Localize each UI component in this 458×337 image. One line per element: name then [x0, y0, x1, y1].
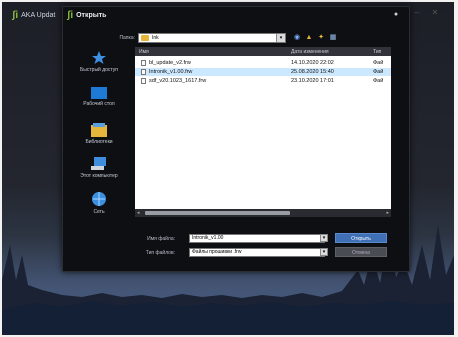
place-libraries[interactable]: Библиотеки [67, 123, 131, 145]
computer-icon [91, 157, 106, 170]
folder-select[interactable]: Ink ▾ [138, 33, 286, 43]
file-icon [141, 69, 146, 75]
place-label: Быстрый доступ [80, 67, 118, 73]
file-name: bl_update_v2.frw [149, 60, 191, 66]
dialog-title: Открыть [76, 11, 107, 19]
minimize-icon[interactable]: – [410, 8, 424, 18]
background-app-title-text: AKA Updat [21, 12, 56, 19]
column-date[interactable]: Дата изменения [291, 49, 329, 55]
file-row-selected[interactable]: Intronik_v1.00.frw 25.08.2020 15:40 Фай [135, 68, 391, 76]
place-label: Сеть [93, 209, 105, 215]
place-label: Библиотеки [85, 139, 113, 145]
dialog-titlebar: ʃi Открыть [63, 7, 409, 23]
file-date: 23.10.2020 17:01 [291, 78, 334, 84]
column-name[interactable]: Имя [139, 49, 149, 55]
folder-label: Папка: [119, 35, 135, 41]
chevron-down-icon[interactable]: ▾ [320, 248, 328, 256]
desktop-icon [91, 87, 107, 99]
libraries-icon [91, 123, 107, 137]
chevron-down-icon[interactable]: ▾ [276, 34, 285, 42]
file-row[interactable]: bl_update_v2.frw 14.10.2020 22:02 Фай [135, 59, 391, 67]
new-folder-icon[interactable]: ✦ [317, 34, 325, 42]
file-name: Intronik_v1.00.frw [149, 69, 193, 75]
horizontal-scrollbar[interactable]: ◂ ▸ [135, 209, 391, 217]
place-label: Рабочий стол [83, 101, 115, 107]
file-row[interactable]: sdf_v20.1023_1617.frw 23.10.2020 17:01 Ф… [135, 77, 391, 85]
filetype-select[interactable]: Файлы прошивки .frw [189, 248, 325, 257]
star-icon [92, 51, 106, 64]
place-quick-access[interactable]: Быстрый доступ [67, 51, 131, 73]
close-icon[interactable]: ✕ [428, 8, 442, 18]
scroll-right-icon[interactable]: ▸ [386, 210, 389, 216]
network-icon [92, 192, 106, 206]
fi-logo-icon: ʃi [67, 9, 74, 21]
background-app-title: ʃi AKA Updat [12, 10, 55, 21]
file-icon [141, 60, 146, 66]
scrollbar-thumb[interactable] [145, 211, 290, 215]
dialog-close-button[interactable]: ● [391, 10, 401, 20]
file-type: Фай [373, 60, 384, 66]
open-button[interactable]: Открыть [335, 233, 387, 243]
file-date: 25.08.2020 15:40 [291, 69, 334, 75]
up-folder-icon[interactable]: ▲ [305, 34, 313, 42]
place-label: Этот компьютер [80, 173, 118, 179]
file-list-header: Имя Дата изменения Тип [135, 47, 391, 56]
place-network[interactable]: Сеть [67, 191, 131, 215]
file-list: Имя Дата изменения Тип bl_update_v2.frw … [135, 47, 391, 217]
fi-logo-icon: ʃi [12, 10, 19, 21]
folder-icon [141, 35, 149, 41]
column-type[interactable]: Тип [373, 49, 381, 55]
cancel-button[interactable]: Отмена [335, 247, 387, 257]
file-type: Фай [373, 78, 384, 84]
filename-label: Имя файла: [147, 236, 175, 242]
place-this-pc[interactable]: Этот компьютер [67, 157, 131, 179]
file-type: Фай [373, 69, 384, 75]
file-name: sdf_v20.1023_1617.frw [149, 78, 207, 84]
view-menu-icon[interactable]: ▦ [329, 34, 337, 42]
chevron-down-icon[interactable]: ▾ [320, 234, 328, 242]
file-icon [141, 78, 146, 84]
filename-input[interactable]: Intronik_v1.00 [189, 234, 325, 243]
folder-row: Папка: Ink ▾ ◉ ▲ ✦ ▦ [63, 33, 409, 45]
place-desktop[interactable]: Рабочий стол [67, 87, 131, 107]
back-icon[interactable]: ◉ [293, 34, 301, 42]
folder-value: Ink [152, 35, 159, 41]
filetype-label: Тип файлов: [145, 250, 175, 256]
file-date: 14.10.2020 22:02 [291, 60, 334, 66]
scroll-left-icon[interactable]: ◂ [137, 210, 140, 216]
open-file-dialog: ʃi Открыть ● Папка: Ink ▾ ◉ ▲ ✦ ▦ Быстры… [62, 6, 410, 272]
